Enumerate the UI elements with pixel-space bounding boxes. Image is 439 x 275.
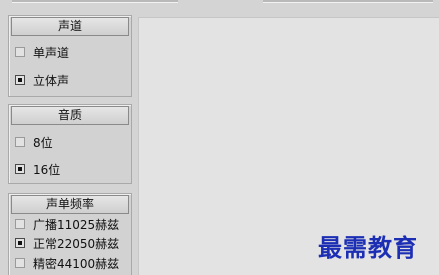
mono-label: 单声道	[33, 45, 70, 60]
option-stereo[interactable]: 立体声	[15, 72, 69, 88]
sample-rate-group-title: 声单频率	[11, 195, 129, 214]
44100-label: 精密44100赫兹	[33, 256, 120, 271]
top-left-edge	[12, 0, 178, 3]
watermark-logo: 最需教育	[318, 233, 418, 262]
16bit-checkbox[interactable]	[15, 164, 25, 174]
channel-group-title: 声道	[11, 17, 129, 36]
mono-checkbox[interactable]	[15, 47, 25, 57]
channel-group: 声道 单声道 立体声	[8, 15, 132, 97]
sample-rate-group: 声单频率 广播11025赫兹 正常22050赫兹 精密44100赫兹	[8, 193, 132, 275]
quality-group-title: 音质	[11, 106, 129, 125]
option-8bit[interactable]: 8位	[15, 134, 53, 150]
option-44100[interactable]: 精密44100赫兹	[15, 255, 119, 271]
16bit-label: 16位	[33, 162, 61, 177]
11025-checkbox[interactable]	[15, 219, 25, 229]
44100-checkbox[interactable]	[15, 258, 25, 268]
22050-checkbox[interactable]	[15, 238, 25, 248]
11025-label: 广播11025赫兹	[33, 217, 120, 232]
top-right-edge	[263, 0, 433, 3]
quality-group: 音质 8位 16位	[8, 104, 132, 184]
8bit-checkbox[interactable]	[15, 137, 25, 147]
22050-label: 正常22050赫兹	[33, 236, 120, 251]
option-16bit[interactable]: 16位	[15, 161, 60, 177]
8bit-label: 8位	[33, 135, 53, 150]
option-22050[interactable]: 正常22050赫兹	[15, 235, 119, 251]
option-mono[interactable]: 单声道	[15, 44, 69, 60]
stereo-label: 立体声	[33, 73, 70, 88]
stereo-checkbox[interactable]	[15, 75, 25, 85]
option-11025[interactable]: 广播11025赫兹	[15, 216, 119, 232]
